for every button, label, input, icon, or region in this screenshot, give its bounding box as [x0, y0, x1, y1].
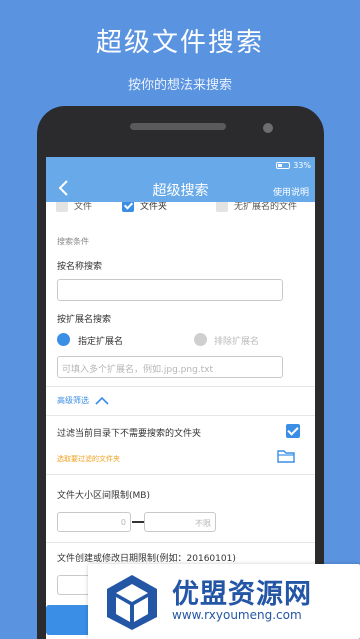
- type-no-ext-label: 无扩展名的文件: [234, 202, 298, 212]
- exclude-ext-radio[interactable]: [194, 333, 207, 346]
- watermark-name: 优盟资源网: [172, 579, 312, 610]
- divider-3: [46, 474, 315, 475]
- divider-2: [46, 415, 315, 416]
- select-dirs-link[interactable]: 选取要过滤的文件夹: [57, 454, 120, 464]
- advanced-filter-toggle[interactable]: 高级筛选: [57, 395, 109, 406]
- filter-dirs-text: 过滤当前目录下不需要搜索的文件夹: [57, 429, 202, 439]
- checkbox-file[interactable]: [56, 202, 68, 212]
- cube-logo-icon: [107, 575, 157, 630]
- checkbox-folder[interactable]: [122, 202, 134, 212]
- size-min-input[interactable]: 0: [57, 512, 131, 532]
- type-folder-label: 文件夹: [140, 202, 168, 212]
- type-file-label: 文件: [74, 202, 93, 212]
- watermark-overlay: 优盟资源网 www.rxyoumeng.com: [88, 564, 360, 639]
- size-range-dash: [132, 521, 144, 523]
- folder-icon[interactable]: [277, 448, 295, 463]
- chevron-up-icon: [95, 396, 109, 405]
- exclude-ext-label: 排除扩展名: [214, 337, 260, 347]
- help-link[interactable]: 使用说明: [273, 185, 309, 198]
- size-limit-label: 文件大小区间限制(MB): [57, 491, 150, 501]
- watermark-url: www.rxyoumeng.com: [172, 608, 302, 622]
- promo-subtitle: 按你的想法来搜索: [127, 78, 232, 93]
- name-search-input[interactable]: [57, 279, 283, 301]
- search-conditions-label: 搜索条件: [57, 237, 89, 246]
- type-folder[interactable]: 文件夹: [122, 202, 167, 212]
- battery-icon: [276, 162, 290, 169]
- phone-speaker: [130, 123, 226, 130]
- size-max-input[interactable]: 不限: [144, 512, 216, 532]
- by-ext-label: 按扩展名搜索: [57, 315, 112, 325]
- battery-level: 33%: [293, 161, 311, 170]
- by-name-label: 按名称搜索: [57, 262, 103, 272]
- divider-1: [46, 386, 315, 387]
- advanced-filter-label: 高级筛选: [57, 396, 89, 405]
- promo-title: 超级文件搜索: [95, 28, 264, 58]
- checkbox-no-ext[interactable]: [216, 202, 228, 212]
- filter-dirs-checkbox[interactable]: [286, 424, 300, 438]
- include-ext-radio[interactable]: [57, 333, 70, 346]
- ext-input[interactable]: 可填入多个扩展名，例如.jpg.png.txt: [57, 356, 283, 378]
- app-bar: 超级搜索 使用说明: [46, 174, 315, 202]
- ext-mode-radios: 指定扩展名 排除扩展名: [57, 333, 297, 347]
- phone-camera: [263, 123, 273, 133]
- date-limit-label: 文件创建或修改日期限制(例如：20160101): [57, 554, 236, 564]
- include-ext-label: 指定扩展名: [78, 337, 124, 347]
- type-no-ext[interactable]: 无扩展名的文件: [216, 202, 297, 212]
- type-file[interactable]: 文件: [56, 202, 92, 212]
- status-bar: 33%: [46, 157, 315, 174]
- file-type-row: 文件 文件夹 无扩展名的文件: [46, 202, 315, 214]
- divider-4: [46, 542, 315, 543]
